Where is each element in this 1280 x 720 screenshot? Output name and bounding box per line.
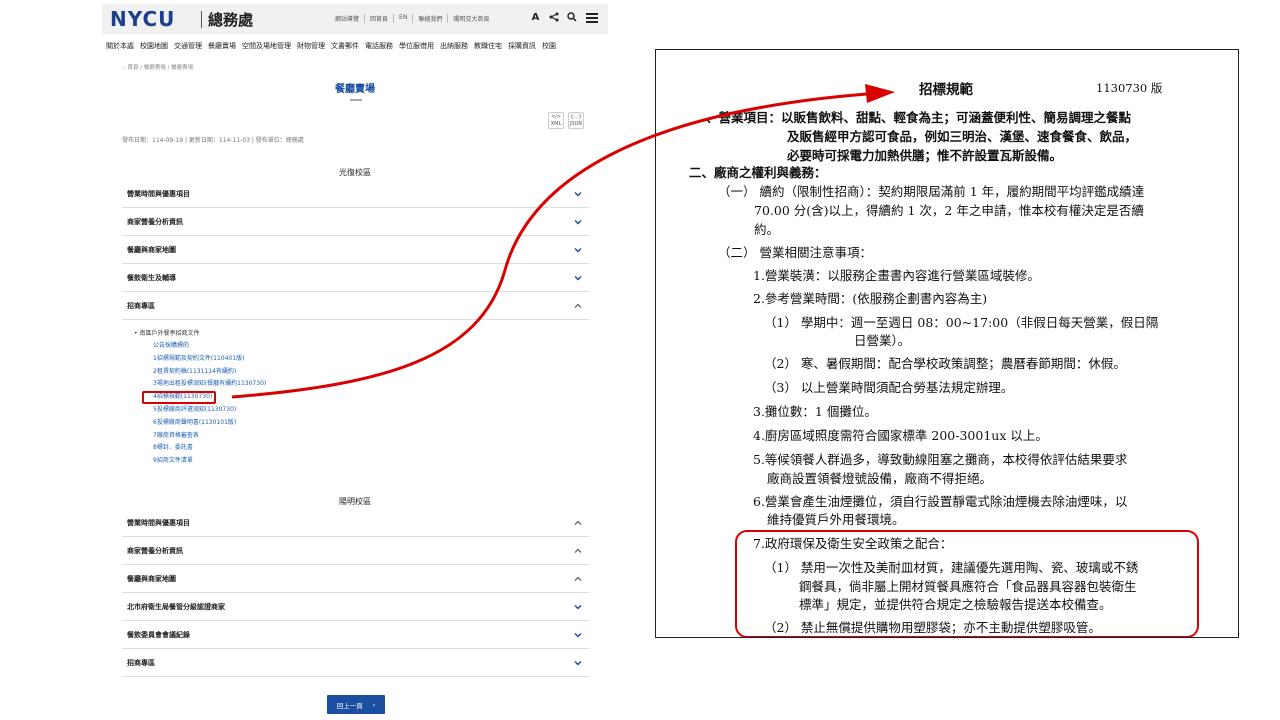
doc-line: 4.廚房區域照度需符合國家標準 200-3001ux 以上。: [753, 428, 1048, 443]
nav-item[interactable]: 教職住宅: [474, 41, 502, 51]
breadcrumb[interactable]: :: 首頁 / 餐廳賣場 / 餐廳賣場: [122, 63, 193, 71]
document-link[interactable]: 5投標廠商評選須知(1130730): [153, 404, 266, 417]
top-link-sitemap[interactable]: 網站導覽: [330, 14, 366, 23]
accordion-item[interactable]: 營業時間與優惠項目: [122, 180, 589, 208]
doc-line: 維持優質戶外用餐環境。: [767, 512, 905, 527]
font-size-icon[interactable]: A: [530, 10, 541, 24]
publish-info: 發布日期：114-09-19 | 更新日期：114-11-03 | 發布單位：總…: [122, 137, 304, 144]
campus-title-yangming: 陽明校區: [339, 497, 371, 506]
chevron-down-icon: [574, 247, 582, 253]
accordion-item[interactable]: 北市府衛生局餐管分級認證商家: [122, 593, 589, 621]
doc-line: （1） 學期中：週一至週日 08：00~17:00（非假日每天營業，假日隔: [764, 315, 1159, 330]
accordion-item[interactable]: 營業時間與優惠項目: [122, 509, 589, 537]
accordion-item[interactable]: 商家營養分析資訊: [122, 208, 589, 236]
doc-line: （2） 寒、暑假期間：配合學校政策調整；農曆春節期間：休假。: [764, 356, 1126, 371]
chevron-down-icon: [574, 632, 582, 638]
doc-line: 必要時可採電力加熱供膳；惟不許設置瓦斯設備。: [787, 148, 1063, 163]
doc-line: 70.00 分(含)以上，得續約 1 次，2 年之申請，惟本校有權決定是否續: [754, 203, 1144, 218]
nav-item[interactable]: 校園: [542, 41, 556, 51]
site-name[interactable]: 總務處: [208, 9, 253, 30]
nav-item[interactable]: 關於本處: [106, 41, 134, 51]
chevron-down-icon: [574, 604, 582, 610]
doc-line: 、營業項目：以販售飲料、甜點、輕食為主；可涵蓋便利性、簡易調理之餐點: [706, 110, 1132, 125]
document-link[interactable]: 公告採購標的: [153, 340, 266, 353]
document-page: 招標規範 1130730 版 、營業項目：以販售飲料、甜點、輕食為主；可涵蓋便利…: [655, 49, 1239, 638]
accordion-item[interactable]: 餐飲委員會會議紀錄: [122, 621, 589, 649]
document-link[interactable]: 2租賃契約稿(1131114有續約): [153, 366, 266, 379]
nav-item[interactable]: 電話服務: [365, 41, 393, 51]
accordion-yangming: 營業時間與優惠項目 商家營養分析資訊 餐廳與商家地圖 北市府衛生局餐管分級認證商…: [122, 509, 589, 677]
document-link[interactable]: 1招標規範及契約文件(110401版): [153, 353, 266, 366]
nav-item[interactable]: 學位服借用: [399, 41, 434, 51]
document-link[interactable]: 8標封、委託書: [153, 442, 266, 455]
top-link-contact[interactable]: 聯絡我們: [413, 14, 449, 23]
top-link-home[interactable]: 回首頁: [365, 14, 395, 23]
doc-line: 及販售經甲方認可食品，例如三明治、漢堡、速食餐食、飲品，: [787, 129, 1138, 144]
nav-item[interactable]: 採購資訊: [508, 41, 536, 51]
main-nav: 關於本處 校園地圖 交通管理 餐廳賣場 空間及場地管理 財物管理 文書郵件 電話…: [106, 41, 562, 51]
chevron-up-icon: [574, 520, 582, 525]
chevron-up-icon: [574, 303, 582, 308]
chevron-down-icon: [574, 219, 582, 225]
document-title: 招標規範: [919, 82, 973, 98]
doc-line: （3） 以上營業時間須配合勞基法規定辦理。: [764, 380, 1014, 395]
top-link-en[interactable]: EN: [394, 14, 414, 23]
doc-line: 2.參考營業時間：(依服務企劃書內容為主): [753, 291, 988, 306]
title-underline: [350, 99, 362, 101]
page-title: 餐廳賣場: [335, 84, 375, 95]
doc-line: （二） 營業相關注意事項：: [718, 245, 872, 260]
nav-item[interactable]: 餐廳賣場: [208, 41, 236, 51]
document-link[interactable]: 9招商文件清單: [153, 455, 266, 468]
campus-title-guangfu: 光復校區: [339, 168, 371, 177]
json-button[interactable]: {…} JSON: [568, 112, 584, 129]
document-group-title: • 南區戶外餐亭招商文件: [134, 330, 200, 337]
chevron-right-icon: ›: [372, 700, 376, 709]
doc-line: 廠商設置領餐燈號設備，廠商不得拒絕。: [767, 471, 993, 486]
document-link[interactable]: 3場地出租投標須知(餐廳有續約1130730): [153, 378, 266, 391]
accordion-item[interactable]: 餐廳與商家地圖: [122, 236, 589, 264]
top-links: 網站導覽 回首頁 EN 聯絡我們 陽明交大首頁: [330, 14, 494, 23]
nav-item[interactable]: 財物管理: [297, 41, 325, 51]
nycu-logo[interactable]: NYCU: [110, 7, 175, 31]
highlight-rounded-box: [735, 530, 1199, 637]
chevron-up-icon: [574, 576, 582, 581]
nav-item[interactable]: 交通管理: [174, 41, 202, 51]
nav-item[interactable]: 文書郵件: [331, 41, 359, 51]
menu-icon[interactable]: [586, 13, 598, 23]
doc-line: 二、廠商之權利與義務：: [689, 165, 827, 180]
back-button[interactable]: 回上一頁 ›: [327, 695, 385, 714]
document-link[interactable]: 6投標廠商聲明書(1130101版): [153, 417, 266, 430]
top-bar: NYCU 總務處 網站導覽 回首頁 EN 聯絡我們 陽明交大首頁 A: [102, 4, 608, 34]
website-screenshot: NYCU 總務處 網站導覽 回首頁 EN 聯絡我們 陽明交大首頁 A 關於本處 …: [102, 0, 608, 720]
chevron-down-icon: [574, 275, 582, 281]
accordion-item-open[interactable]: 招商專區: [122, 292, 589, 320]
top-link-nycu-home[interactable]: 陽明交大首頁: [448, 14, 494, 23]
doc-line: 6.營業會產生油煙攤位，須自行設置靜電式除油煙機去除油煙味，以: [753, 494, 1128, 509]
nav-item[interactable]: 校園地圖: [140, 41, 168, 51]
nav-item[interactable]: 空間及場地管理: [242, 41, 291, 51]
accordion-guangfu: 營業時間與優惠項目 商家營養分析資訊 餐廳與商家地圖 餐飲衛生及輔導 招商專區: [122, 180, 589, 320]
chevron-down-icon: [574, 191, 582, 197]
doc-line: 1.營業裝潢：以服務企畫書內容進行營業區域裝修。: [753, 268, 1040, 283]
accordion-item[interactable]: 招商專區: [122, 649, 589, 677]
doc-line: 5.等候領餐人群過多，導致動線阻塞之攤商，本校得依評估結果要求: [753, 452, 1128, 467]
xml-button[interactable]: </> XML: [548, 112, 564, 129]
search-icon[interactable]: [566, 10, 577, 24]
doc-line: 日營業）。: [854, 333, 911, 348]
accordion-item[interactable]: 餐廳與商家地圖: [122, 565, 589, 593]
document-version: 1130730 版: [1096, 81, 1163, 95]
accordion-item[interactable]: 商家營養分析資訊: [122, 537, 589, 565]
doc-line: （一） 續約（限制性招商）：契約期限屆滿前 1 年，履約期間平均評鑑成績達: [718, 184, 1145, 199]
doc-line: 3.攤位數：1 個攤位。: [753, 404, 877, 419]
highlight-box: [142, 391, 216, 404]
chevron-up-icon: [574, 548, 582, 553]
logo-divider: [201, 11, 202, 28]
chevron-down-icon: [574, 660, 582, 666]
nav-item[interactable]: 出納服務: [440, 41, 468, 51]
accordion-item[interactable]: 餐飲衛生及輔導: [122, 264, 589, 292]
document-link[interactable]: 7廠商資格審查表: [153, 430, 266, 443]
doc-line: 約。: [754, 222, 780, 237]
share-icon[interactable]: [548, 10, 559, 24]
